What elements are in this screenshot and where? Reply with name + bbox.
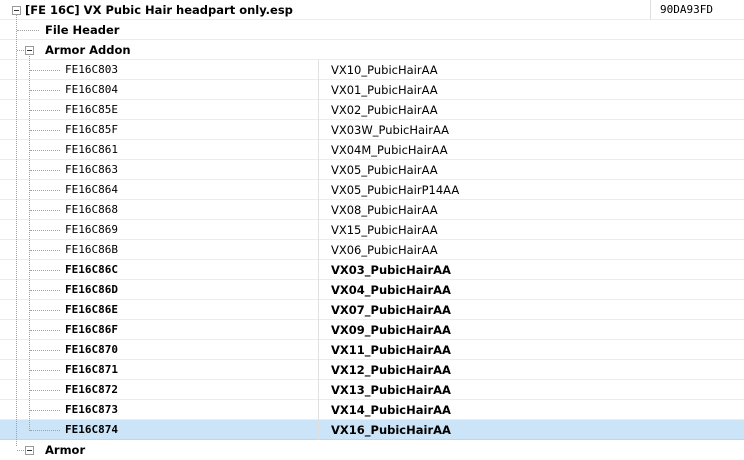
record-editor-id: VX06_PubicHairAA — [331, 243, 438, 257]
record-formid: FE16C86B — [65, 243, 118, 256]
plugin-crc: 90DA93FD — [660, 3, 713, 16]
tree-line — [16, 14, 17, 446]
record-formid: FE16C803 — [65, 63, 118, 76]
record-editor-id: VX15_PubicHairAA — [331, 223, 438, 237]
record-editor-id: VX07_PubicHairAA — [331, 303, 451, 317]
record-formid: FE16C870 — [65, 343, 118, 356]
tree-line — [17, 50, 24, 51]
tree-row-record[interactable]: FE16C86D VX04_PubicHairAA — [0, 280, 744, 300]
tree-row-record[interactable]: FE16C86C VX03_PubicHairAA — [0, 260, 744, 280]
tree-row-record[interactable]: FE16C86E VX07_PubicHairAA — [0, 300, 744, 320]
tree-row-record[interactable]: FE16C85E VX02_PubicHairAA — [0, 100, 744, 120]
tree-line — [30, 210, 60, 211]
record-formid: FE16C86C — [65, 263, 118, 276]
tree-row-record[interactable]: FE16C871 VX12_PubicHairAA — [0, 360, 744, 380]
tree-row-record[interactable]: FE16C864 VX05_PubicHairP14AA — [0, 180, 744, 200]
record-editor-id: VX12_PubicHairAA — [331, 363, 451, 377]
record-formid: FE16C863 — [65, 163, 118, 176]
tree-row-record[interactable]: FE16C804 VX01_PubicHairAA — [0, 80, 744, 100]
record-editor-id: VX05_PubicHairAA — [331, 163, 438, 177]
record-formid: FE16C864 — [65, 183, 118, 196]
record-editor-id: VX05_PubicHairP14AA — [331, 183, 460, 197]
tree-row-record[interactable]: FE16C85F VX03W_PubicHairAA — [0, 120, 744, 140]
record-editor-id: VX03W_PubicHairAA — [331, 123, 450, 137]
tree-line — [30, 150, 60, 151]
record-editor-id: VX09_PubicHairAA — [331, 323, 451, 337]
tree-line — [17, 30, 39, 31]
tree-row-record[interactable]: FE16C872 VX13_PubicHairAA — [0, 380, 744, 400]
record-editor-id: VX03_PubicHairAA — [331, 263, 451, 277]
tree-row-record[interactable]: FE16C863 VX05_PubicHairAA — [0, 160, 744, 180]
record-formid: FE16C85E — [65, 103, 118, 116]
armor-label: Armor — [45, 443, 86, 457]
record-formid: FE16C873 — [65, 403, 118, 416]
record-editor-id: VX14_PubicHairAA — [331, 403, 451, 417]
tree-row-record[interactable]: FE16C86B VX06_PubicHairAA — [0, 240, 744, 260]
record-formid: FE16C861 — [65, 143, 118, 156]
record-tree-view[interactable]: [FE 16C] VX Pubic Hair headpart only.esp… — [0, 0, 744, 457]
tree-line — [30, 230, 60, 231]
tree-row-file-header[interactable]: File Header — [0, 20, 744, 40]
tree-row-record[interactable]: FE16C874 VX16_PubicHairAA — [0, 420, 744, 440]
record-editor-id: VX11_PubicHairAA — [331, 343, 451, 357]
tree-line — [30, 410, 60, 411]
record-editor-id: VX04_PubicHairAA — [331, 283, 451, 297]
record-editor-id: VX02_PubicHairAA — [331, 103, 438, 117]
column-divider — [650, 0, 651, 20]
tree-row-armor[interactable]: Armor — [0, 440, 744, 460]
tree-row-record[interactable]: FE16C869 VX15_PubicHairAA — [0, 220, 744, 240]
tree-row-record[interactable]: FE16C86F VX09_PubicHairAA — [0, 320, 744, 340]
tree-row-record[interactable]: FE16C803 VX10_PubicHairAA — [0, 60, 744, 80]
file-header-label: File Header — [45, 23, 120, 37]
record-formid: FE16C868 — [65, 203, 118, 216]
tree-row-armor-addon[interactable]: Armor Addon — [0, 40, 744, 60]
record-editor-id: VX16_PubicHairAA — [331, 423, 451, 437]
record-editor-id: VX01_PubicHairAA — [331, 83, 438, 97]
tree-line — [30, 190, 60, 191]
tree-line — [30, 430, 60, 431]
armor-addon-label: Armor Addon — [45, 43, 131, 57]
record-formid: FE16C872 — [65, 383, 118, 396]
record-editor-id: VX08_PubicHairAA — [331, 203, 438, 217]
tree-line — [30, 250, 60, 251]
record-editor-id: VX10_PubicHairAA — [331, 63, 438, 77]
record-formid: FE16C86E — [65, 303, 118, 316]
record-formid: FE16C804 — [65, 83, 118, 96]
tree-line — [30, 110, 60, 111]
record-formid: FE16C85F — [65, 123, 118, 136]
tree-line — [30, 70, 60, 71]
tree-line — [30, 350, 60, 351]
tree-row-plugin[interactable]: [FE 16C] VX Pubic Hair headpart only.esp… — [0, 0, 744, 20]
record-formid: FE16C874 — [65, 423, 118, 436]
tree-line — [30, 370, 60, 371]
tree-line — [30, 290, 60, 291]
tree-line — [30, 130, 60, 131]
tree-row-record[interactable]: FE16C870 VX11_PubicHairAA — [0, 340, 744, 360]
tree-row-record[interactable]: FE16C873 VX14_PubicHairAA — [0, 400, 744, 420]
plugin-name: [FE 16C] VX Pubic Hair headpart only.esp — [25, 3, 293, 17]
record-formid: FE16C871 — [65, 363, 118, 376]
tree-row-record[interactable]: FE16C861 VX04M_PubicHairAA — [0, 140, 744, 160]
tree-row-record[interactable]: FE16C868 VX08_PubicHairAA — [0, 200, 744, 220]
record-editor-id: VX04M_PubicHairAA — [331, 143, 448, 157]
tree-line — [30, 170, 60, 171]
column-divider — [318, 60, 319, 440]
record-formid: FE16C86D — [65, 283, 118, 296]
tree-line — [30, 390, 60, 391]
tree-line — [30, 330, 60, 331]
record-editor-id: VX13_PubicHairAA — [331, 383, 451, 397]
record-formid: FE16C869 — [65, 223, 118, 236]
tree-line — [30, 90, 60, 91]
record-formid: FE16C86F — [65, 323, 118, 336]
tree-line — [30, 310, 60, 311]
tree-line — [30, 270, 60, 271]
